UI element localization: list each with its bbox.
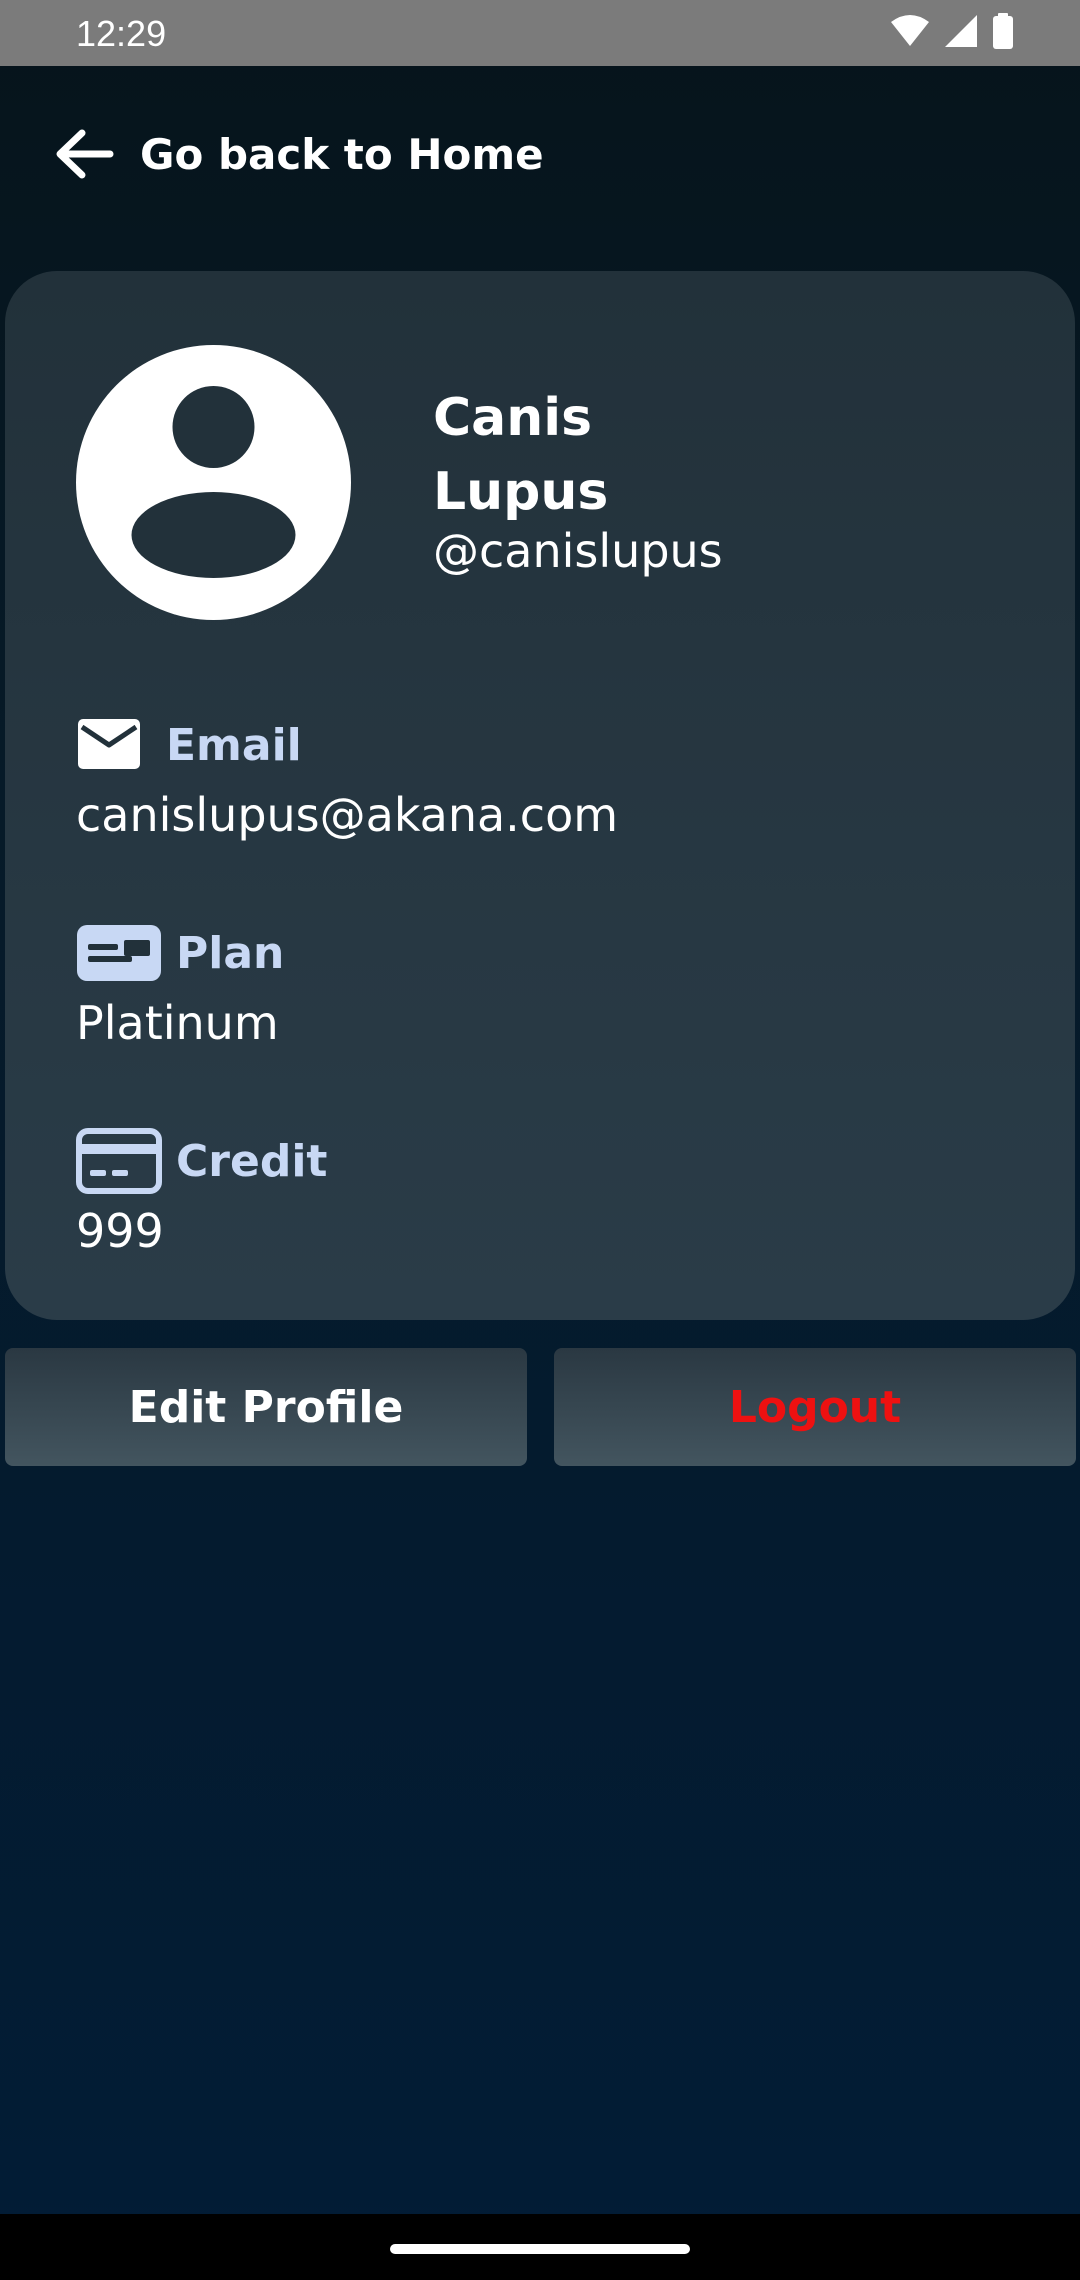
profile-last-name: Lupus xyxy=(433,462,609,522)
status-bar: 12:29 xyxy=(0,0,1080,66)
credit-field-header: Credit xyxy=(76,1121,327,1201)
arrow-left-icon[interactable] xyxy=(52,122,116,186)
id-card-icon xyxy=(76,913,172,993)
credit-card-icon xyxy=(76,1121,172,1201)
profile-handle: @canislupus xyxy=(433,524,723,578)
email-label: Email xyxy=(166,719,302,771)
logout-button[interactable]: Logout xyxy=(554,1348,1076,1466)
email-value: canislupus@akana.com xyxy=(76,788,619,842)
battery-icon xyxy=(992,13,1014,53)
credit-label: Credit xyxy=(176,1135,328,1187)
profile-first-name: Canis xyxy=(433,388,593,448)
back-to-home-label[interactable]: Go back to Home xyxy=(140,130,544,179)
plan-field: Plan Platinum xyxy=(76,913,284,1053)
status-icons xyxy=(890,13,1014,53)
email-field: Email canislupus@akana.com xyxy=(76,705,618,845)
system-navigation-bar xyxy=(0,2214,1080,2280)
edit-profile-button[interactable]: Edit Profile xyxy=(5,1348,527,1466)
home-indicator[interactable] xyxy=(390,2244,690,2254)
mail-icon xyxy=(76,705,162,785)
back-to-home-link[interactable]: Go back to Home xyxy=(52,122,544,186)
profile-card: Canis Lupus @canislupus Email canislupus… xyxy=(5,271,1075,1320)
email-field-header: Email xyxy=(76,705,618,785)
user-avatar-icon xyxy=(76,345,351,620)
plan-label: Plan xyxy=(176,927,285,979)
plan-value: Platinum xyxy=(76,996,279,1050)
status-time: 12:29 xyxy=(76,13,167,54)
plan-field-header: Plan xyxy=(76,913,284,993)
wifi-icon xyxy=(890,14,930,52)
profile-name: Canis Lupus xyxy=(433,381,993,529)
credit-field: Credit 999 xyxy=(76,1121,327,1261)
credit-value: 999 xyxy=(76,1204,164,1258)
cellular-signal-icon xyxy=(944,14,978,52)
